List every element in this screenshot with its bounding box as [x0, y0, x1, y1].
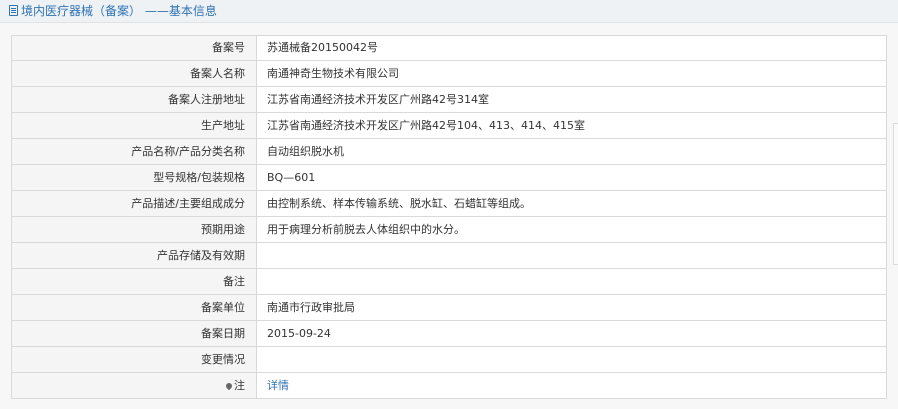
row-label: 备案单位: [11, 294, 257, 321]
scrollbar[interactable]: [893, 123, 898, 265]
document-icon: [9, 5, 18, 16]
row-value: 江苏省南通经济技术开发区广州路42号314室: [256, 86, 887, 113]
table-row: 备案单位 南通市行政审批局: [11, 294, 887, 321]
table-row: 备案人注册地址 江苏省南通经济技术开发区广州路42号314室: [11, 86, 887, 113]
row-label: 备注: [11, 268, 257, 295]
table-row: 生产地址 江苏省南通经济技术开发区广州路42号104、413、414、415室: [11, 112, 887, 139]
row-value: [256, 268, 887, 295]
row-label: 产品存储及有效期: [11, 242, 257, 269]
detail-link[interactable]: 详情: [267, 379, 289, 392]
row-label: 产品描述/主要组成成分: [11, 190, 257, 217]
table-row: 型号规格/包装规格 BQ—601: [11, 164, 887, 191]
row-label: 变更情况: [11, 346, 257, 373]
row-value: 由控制系统、样本传输系统、脱水缸、石蜡缸等组成。: [256, 190, 887, 217]
table-row: 备注: [11, 268, 887, 295]
table-row: 备案日期 2015-09-24: [11, 320, 887, 347]
table-row: 产品存储及有效期: [11, 242, 887, 269]
note-label-cell: 注: [11, 372, 257, 399]
table-row: 备案号 苏通械备20150042号: [11, 35, 887, 61]
note-row: 注 详情: [11, 372, 887, 399]
table-row: 产品名称/产品分类名称 自动组织脱水机: [11, 138, 887, 165]
row-value: BQ—601: [256, 164, 887, 191]
row-value: [256, 242, 887, 269]
pin-icon: [224, 381, 234, 391]
note-value-cell: 详情: [256, 372, 887, 399]
row-label: 备案人注册地址: [11, 86, 257, 113]
row-label: 备案号: [11, 35, 257, 61]
row-label: 型号规格/包装规格: [11, 164, 257, 191]
note-label: 注: [234, 379, 245, 392]
basic-info-table: 备案号 苏通械备20150042号 备案人名称 南通神奇生物技术有限公司 备案人…: [11, 35, 887, 399]
row-value: 南通市行政审批局: [256, 294, 887, 321]
row-value: 苏通械备20150042号: [256, 35, 887, 61]
table-row: 备案人名称 南通神奇生物技术有限公司: [11, 60, 887, 87]
row-label: 预期用途: [11, 216, 257, 243]
row-label: 生产地址: [11, 112, 257, 139]
content-panel: 备案号 苏通械备20150042号 备案人名称 南通神奇生物技术有限公司 备案人…: [0, 23, 898, 409]
page-title-text: 境内医疗器械（备案） ——基本信息: [21, 4, 217, 18]
row-value: 南通神奇生物技术有限公司: [256, 60, 887, 87]
table-row: 变更情况: [11, 346, 887, 373]
row-value: 自动组织脱水机: [256, 138, 887, 165]
row-label: 备案人名称: [11, 60, 257, 87]
table-row: 产品描述/主要组成成分 由控制系统、样本传输系统、脱水缸、石蜡缸等组成。: [11, 190, 887, 217]
row-label: 备案日期: [11, 320, 257, 347]
row-value: 2015-09-24: [256, 320, 887, 347]
table-row: 预期用途 用于病理分析前脱去人体组织中的水分。: [11, 216, 887, 243]
row-value: 用于病理分析前脱去人体组织中的水分。: [256, 216, 887, 243]
row-label: 产品名称/产品分类名称: [11, 138, 257, 165]
row-value: 江苏省南通经济技术开发区广州路42号104、413、414、415室: [256, 112, 887, 139]
page-title: 境内医疗器械（备案） ——基本信息: [9, 3, 217, 19]
page-header: 境内医疗器械（备案） ——基本信息: [0, 0, 898, 23]
row-value: [256, 346, 887, 373]
